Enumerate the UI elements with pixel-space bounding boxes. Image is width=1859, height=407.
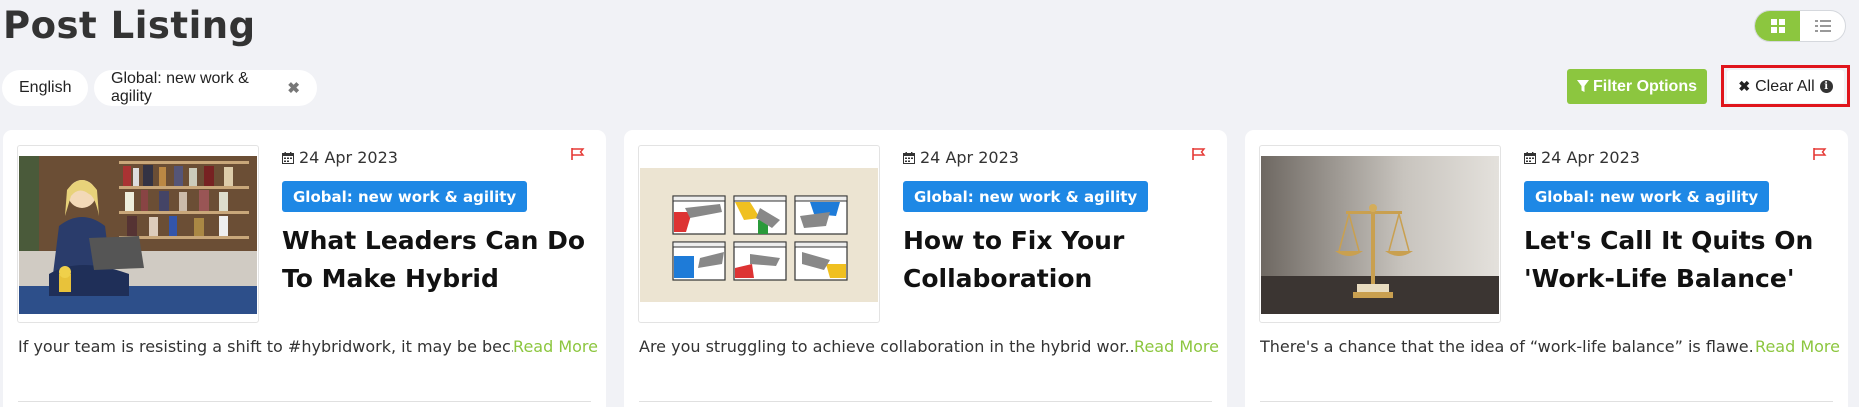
chip-label: Global: new work & agility [111,70,249,105]
post-excerpt: There's a chance that the idea of “work-… [1260,337,1840,356]
filter-chip-language[interactable]: English [2,70,88,106]
clear-all-button[interactable]: ✖ Clear All i [1727,70,1844,103]
list-view-button[interactable] [1800,11,1845,41]
scales-image [1261,156,1499,314]
view-toggle [1754,10,1846,42]
post-excerpt: Are you struggling to achieve collaborat… [639,337,1219,356]
post-title[interactable]: How to Fix Your Collaboration Problem… [903,222,1208,298]
post-card[interactable]: 24 Apr 2023 Global: new work & agility L… [1245,130,1848,407]
close-icon: ✖ [1738,78,1751,94]
divider [18,401,591,402]
post-date-text: 24 Apr 2023 [1541,148,1640,167]
post-thumbnail[interactable] [638,145,880,323]
divider [639,401,1212,402]
post-category-tag[interactable]: Global: new work & agility [1524,181,1770,212]
grid-view-button[interactable] [1755,11,1800,41]
post-date-text: 24 Apr 2023 [299,148,398,167]
info-icon[interactable]: i [1819,80,1833,93]
remove-chip-icon[interactable]: ✖ [287,79,300,97]
page-title: Post Listing [3,4,256,47]
list-icon [1814,20,1831,32]
woman-with-laptop-image [19,156,257,314]
calendar-icon [903,151,915,164]
post-excerpt-text: Are you struggling to achieve collaborat… [639,337,1135,356]
flag-icon[interactable] [1813,145,1827,164]
read-more-link[interactable]: Read More [1134,337,1219,356]
filter-chip-topic[interactable]: Global: new work & agility ✖ [94,70,317,106]
post-date: 24 Apr 2023 [1524,148,1640,167]
read-more-link[interactable]: Read More [513,337,598,356]
post-category-tag[interactable]: Global: new work & agility [282,181,528,212]
clear-all-label: Clear All [1755,77,1815,95]
post-card[interactable]: 24 Apr 2023 Global: new work & agility H… [624,130,1227,407]
read-more-link[interactable]: Read More [1755,337,1840,356]
post-category-tag[interactable]: Global: new work & agility [903,181,1149,212]
flag-icon[interactable] [571,145,585,164]
post-title[interactable]: Let's Call It Quits On 'Work-Life Balanc… [1524,222,1829,298]
filter-options-label: Filter Options [1593,77,1697,95]
calendar-icon [282,151,294,164]
hands-exchange-image [640,168,878,302]
post-excerpt-text: If your team is resisting a shift to #hy… [18,337,514,356]
post-excerpt-text: There's a chance that the idea of “work-… [1260,337,1756,356]
post-date: 24 Apr 2023 [903,148,1019,167]
post-thumbnail[interactable] [1259,145,1501,323]
filter-options-button[interactable]: Filter Options [1567,69,1707,104]
post-card[interactable]: 24 Apr 2023 Global: new work & agility W… [3,130,606,407]
post-date: 24 Apr 2023 [282,148,398,167]
post-thumbnail[interactable] [17,145,259,323]
funnel-icon [1577,80,1589,92]
post-title[interactable]: What Leaders Can Do To Make Hybrid Work… [282,222,587,298]
calendar-icon [1524,151,1536,164]
chip-label: English [19,79,72,96]
post-excerpt: If your team is resisting a shift to #hy… [18,337,598,356]
post-date-text: 24 Apr 2023 [920,148,1019,167]
grid-icon [1770,19,1785,33]
flag-icon[interactable] [1192,145,1206,164]
divider [1260,401,1833,402]
